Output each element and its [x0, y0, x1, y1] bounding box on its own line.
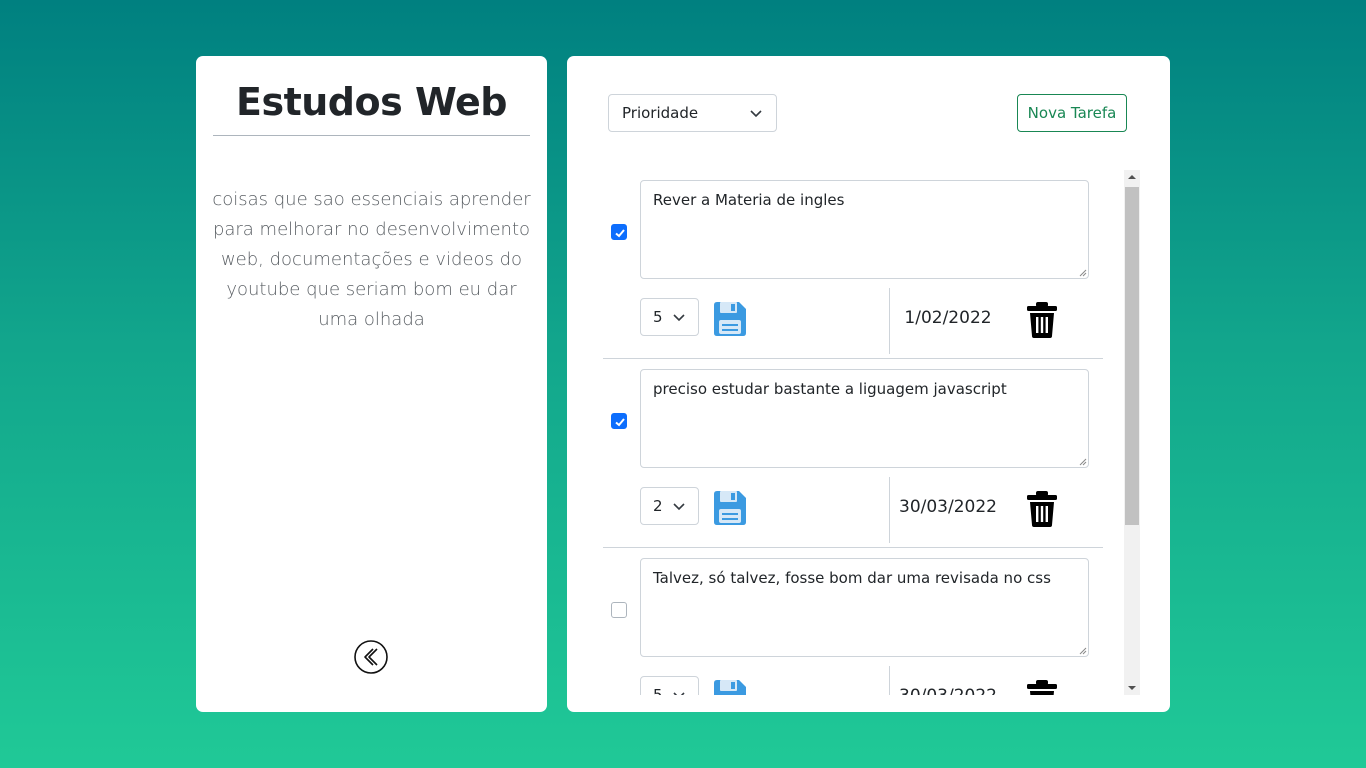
task-date: 30/03/2022	[897, 686, 999, 695]
title-divider	[213, 135, 530, 136]
back-button[interactable]	[354, 640, 388, 674]
scrollbar-thumb[interactable]	[1125, 187, 1139, 525]
task-item: preciso estudar bastante a liguagem java…	[603, 359, 1103, 548]
task-text-area[interactable]: Talvez, só talvez, fosse bom dar uma rev…	[640, 558, 1089, 657]
task-priority-select[interactable]: 5	[640, 676, 699, 695]
task-priority-value: 2	[653, 497, 663, 515]
task-priority-select[interactable]: 2	[640, 487, 699, 525]
task-text: preciso estudar bastante a liguagem java…	[653, 380, 1007, 398]
column-divider	[889, 666, 890, 695]
chevron-down-icon	[673, 314, 685, 322]
resize-grip-icon[interactable]	[1079, 269, 1087, 277]
task-text-area[interactable]: Rever a Materia de ingles	[640, 180, 1089, 279]
column-divider	[889, 288, 890, 354]
project-panel: Estudos Web coisas que sao essenciais ap…	[196, 56, 547, 712]
chevron-left-circle-icon	[354, 640, 388, 674]
column-divider	[889, 477, 890, 543]
project-description: coisas que sao essenciais aprender para …	[212, 189, 531, 330]
chevron-down-icon	[673, 692, 685, 695]
trash-icon	[1027, 491, 1057, 527]
save-icon	[714, 491, 746, 525]
trash-icon	[1027, 680, 1057, 695]
save-button[interactable]	[711, 490, 747, 526]
check-icon	[615, 229, 625, 238]
task-item: Rever a Materia de ingles 5 1/02/2022	[603, 170, 1103, 359]
trash-icon	[1027, 302, 1057, 338]
chevron-down-icon	[750, 110, 762, 118]
priority-filter-value: Prioridade	[622, 104, 699, 122]
scroll-down-icon[interactable]	[1128, 686, 1136, 690]
task-priority-value: 5	[653, 308, 663, 326]
delete-button[interactable]	[1026, 302, 1058, 338]
save-button[interactable]	[711, 301, 747, 337]
task-checkbox[interactable]	[611, 413, 627, 429]
save-button[interactable]	[711, 679, 747, 695]
save-icon	[714, 302, 746, 336]
tasks-panel: Prioridade Nova Tarefa Rever a Materia d…	[567, 56, 1170, 712]
chevron-down-icon	[673, 503, 685, 511]
task-checkbox[interactable]	[611, 224, 627, 240]
task-text: Rever a Materia de ingles	[653, 191, 845, 209]
task-list: Rever a Materia de ingles 5 1/02/2022 pr…	[603, 170, 1124, 695]
task-item: Talvez, só talvez, fosse bom dar uma rev…	[603, 548, 1103, 695]
task-text-area[interactable]: preciso estudar bastante a liguagem java…	[640, 369, 1089, 468]
save-icon	[714, 680, 746, 695]
priority-filter-select[interactable]: Prioridade	[608, 94, 777, 132]
project-title: Estudos Web	[236, 80, 507, 124]
task-checkbox[interactable]	[611, 602, 627, 618]
task-text: Talvez, só talvez, fosse bom dar uma rev…	[653, 569, 1051, 587]
resize-grip-icon[interactable]	[1079, 458, 1087, 466]
scroll-up-icon[interactable]	[1128, 175, 1136, 179]
task-date: 1/02/2022	[904, 308, 992, 328]
task-priority-value: 5	[653, 686, 663, 695]
delete-button[interactable]	[1026, 680, 1058, 695]
task-list-scrollbar[interactable]	[1124, 170, 1140, 695]
delete-button[interactable]	[1026, 491, 1058, 527]
task-priority-select[interactable]: 5	[640, 298, 699, 336]
resize-grip-icon[interactable]	[1079, 647, 1087, 655]
check-icon	[615, 418, 625, 427]
task-date: 30/03/2022	[899, 497, 997, 517]
new-task-button[interactable]: Nova Tarefa	[1017, 94, 1127, 132]
